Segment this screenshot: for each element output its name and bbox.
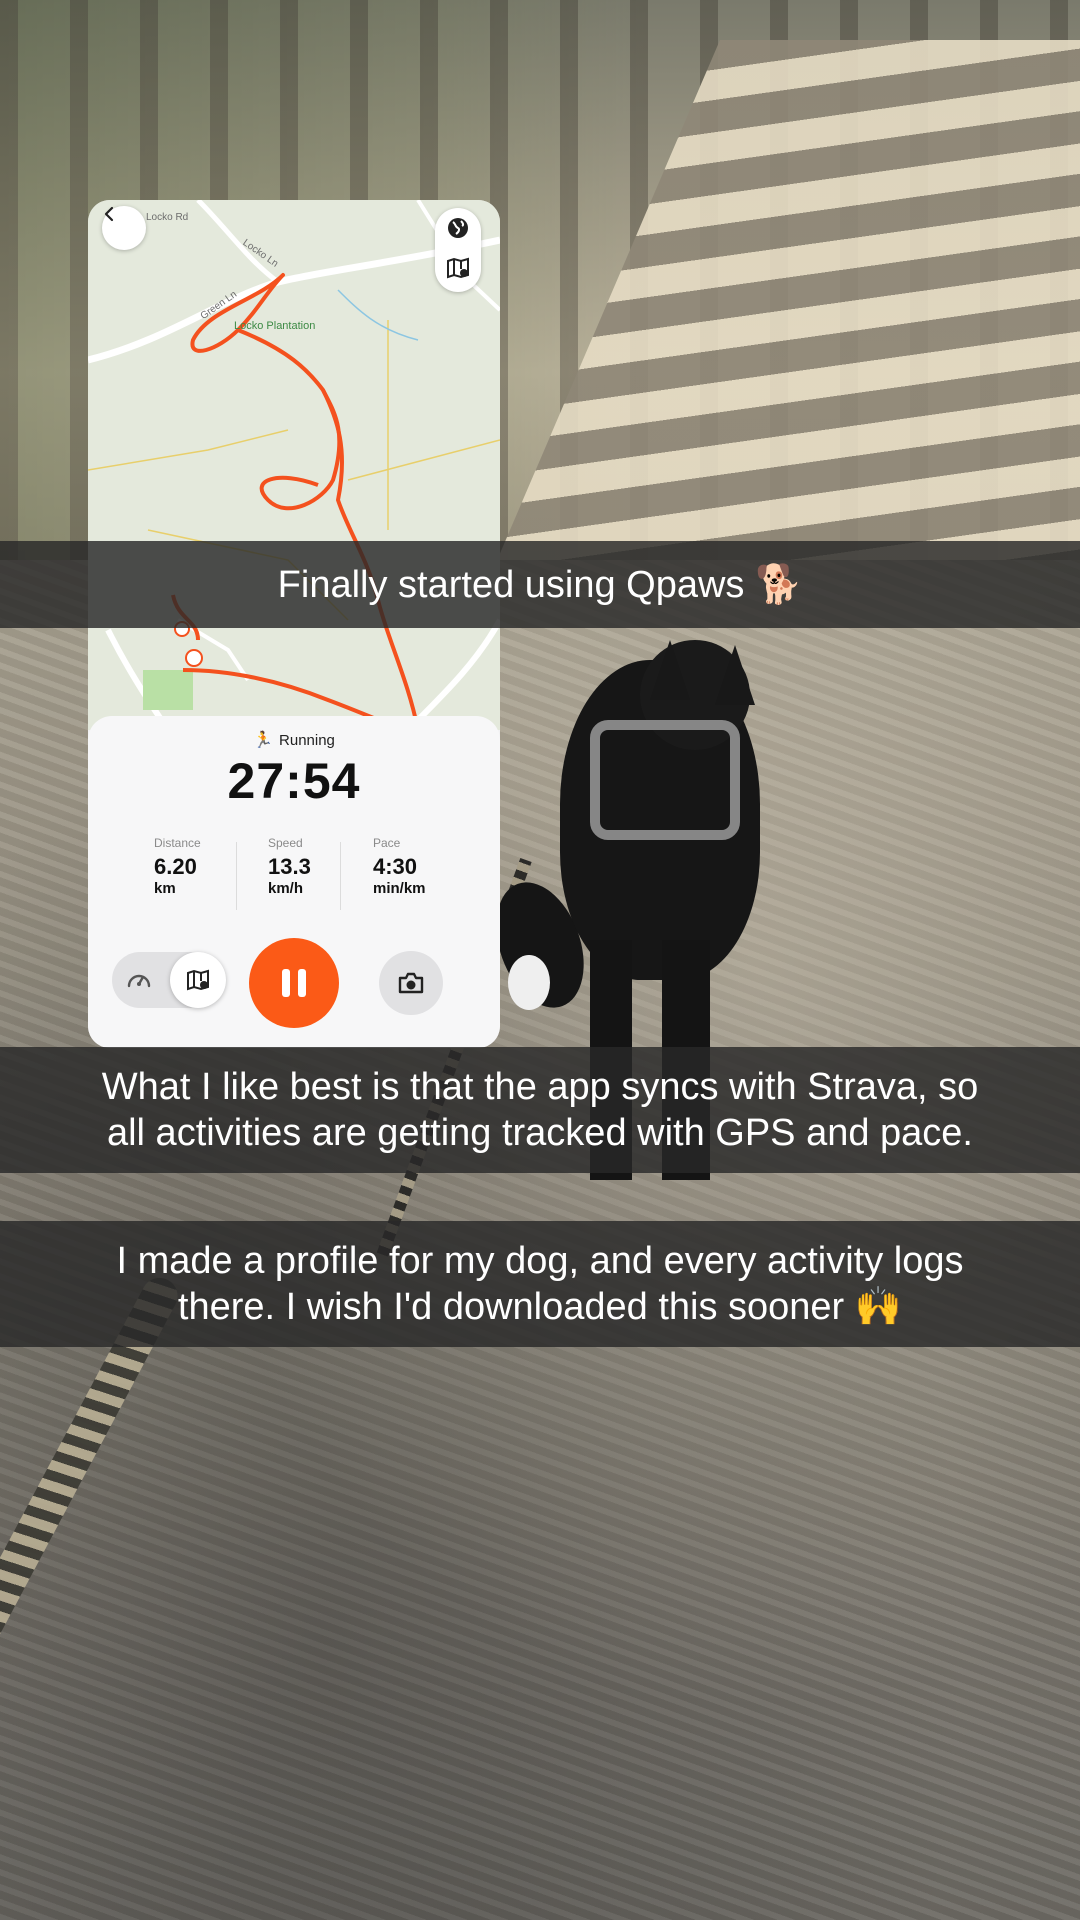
caption-text: all activities are getting tracked with … <box>106 1112 973 1154</box>
stat-unit: km <box>154 880 176 897</box>
speedometer-icon[interactable] <box>126 968 152 992</box>
park-area <box>143 670 193 710</box>
pause-icon <box>298 969 306 997</box>
stat-value: 4:30 <box>373 854 418 879</box>
pause-button[interactable] <box>249 938 339 1028</box>
map-icon <box>187 969 209 991</box>
tracking-panel: 🏃 Running 27:54 Distance 6.20 km Speed 13… <box>88 716 500 1048</box>
caption-2: What I like best is that the app syncs w… <box>0 1047 1080 1173</box>
caption-text: What I like best is that the app syncs w… <box>101 1066 979 1108</box>
route-map[interactable]: Locko Rd Locko Ln Green Ln Lo Locko Plan… <box>88 200 500 730</box>
stat-label: Pace <box>373 836 401 850</box>
stat-value: 6.20 <box>154 854 197 879</box>
map-layers-icon[interactable] <box>446 256 470 280</box>
stat-distance: Distance 6.20 km <box>154 836 201 897</box>
camera-button[interactable] <box>379 951 443 1015</box>
caption-text: Finally started using Qpaws 🐕 <box>277 563 803 606</box>
caption-text: there. I wish I'd downloaded this sooner… <box>177 1286 903 1328</box>
stat-label: Speed <box>268 836 303 850</box>
side-road <box>196 200 280 285</box>
caption-3: I made a profile for my dog, and every a… <box>0 1221 1080 1347</box>
trail-line <box>347 439 500 481</box>
dog-tail-tip <box>508 955 550 1010</box>
caption-text: I made a profile for my dog, and every a… <box>116 1240 964 1282</box>
stat-divider <box>236 842 237 910</box>
camera-icon <box>398 972 424 994</box>
activity-type: 🏃 Running <box>88 730 500 750</box>
activity-label: Running <box>279 732 335 749</box>
runner-icon: 🏃 <box>253 732 274 749</box>
gps-route <box>171 273 420 730</box>
stat-unit: min/km <box>373 880 426 897</box>
dog-ear-left <box>650 640 690 700</box>
view-toggle[interactable] <box>112 952 226 1008</box>
stat-value: 13.3 <box>268 854 311 879</box>
stream <box>337 289 419 341</box>
back-button[interactable] <box>102 206 146 250</box>
lower-road <box>415 618 500 723</box>
stat-speed: Speed 13.3 km/h <box>268 836 311 897</box>
stat-unit: km/h <box>268 880 304 897</box>
stat-pace: Pace 4:30 min/km <box>373 836 426 897</box>
pause-icon <box>282 969 290 997</box>
globe-icon[interactable] <box>446 216 470 240</box>
map-controls <box>435 208 481 292</box>
map-view-toggle-knob[interactable] <box>170 952 226 1008</box>
route-start-marker <box>185 649 203 667</box>
chevron-left-icon <box>104 206 114 222</box>
dog-harness <box>590 720 740 840</box>
trail-line <box>88 429 289 471</box>
dog-ear-right <box>715 645 755 705</box>
stat-label: Distance <box>154 836 201 850</box>
caption-1: Finally started using Qpaws 🐕 <box>0 541 1080 628</box>
elapsed-timer: 27:54 <box>227 753 361 809</box>
road-label: Locko Rd <box>146 212 189 223</box>
stat-divider <box>340 842 341 910</box>
poi-label: Locko Plantation <box>234 320 316 332</box>
